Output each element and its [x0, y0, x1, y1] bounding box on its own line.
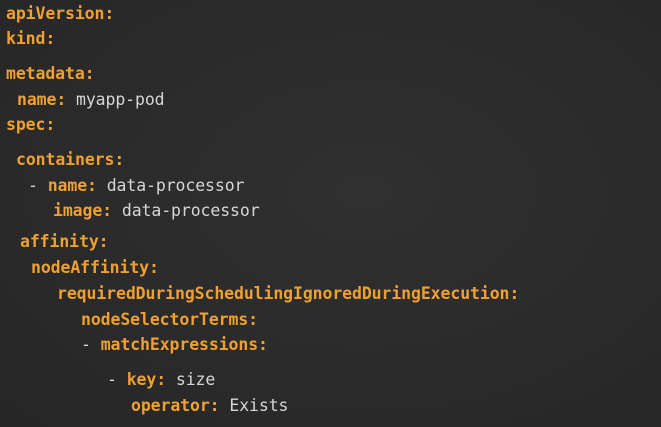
yaml-line-spec: spec: [6, 114, 55, 136]
yaml-key-operator: operator: [131, 396, 220, 415]
yaml-key-key: key: [126, 370, 167, 389]
yaml-key-container-name: name: [47, 176, 97, 195]
yaml-key-image: image: [53, 201, 113, 220]
yaml-key-kind: kind: [6, 29, 56, 48]
yaml-key-spec: spec: [6, 115, 56, 134]
yaml-key-apiversion: apiVersion: [6, 4, 115, 23]
yaml-line-matchexpressions: - matchExpressions: [81, 334, 268, 356]
yaml-key-nodeselectorterms: nodeSelectorTerms: [81, 310, 259, 329]
yaml-line-affinity: affinity: [20, 231, 109, 253]
yaml-key-required-during-scheduling: requiredDuringSchedulingIgnoredDuringExe… [57, 284, 520, 303]
yaml-line-containers: containers: [16, 149, 124, 171]
yaml-key-nodeaffinity: nodeAffinity: [31, 258, 159, 277]
yaml-key-affinity: affinity: [20, 232, 109, 251]
yaml-line-required-during-scheduling: requiredDuringSchedulingIgnoredDuringExe… [57, 283, 519, 305]
yaml-value-operator: Exists [229, 396, 289, 415]
yaml-line-nodeaffinity: nodeAffinity: [31, 257, 159, 279]
yaml-line-kind: kind: [6, 28, 55, 50]
yaml-value-container-name: data-processor [106, 176, 245, 195]
yaml-line-nodeselectorterms: nodeSelectorTerms: [81, 309, 258, 331]
yaml-line-metadata: metadata: [6, 63, 95, 85]
yaml-value-key: size [175, 370, 216, 389]
yaml-value-image: data-processor [121, 201, 260, 220]
yaml-line-key: - key: size [107, 369, 215, 391]
yaml-line-container-name: - name: data-processor [28, 175, 244, 197]
yaml-list-dash: - [107, 370, 117, 389]
yaml-list-dash: - [28, 176, 38, 195]
yaml-line-name: name: myapp-pod [17, 89, 165, 111]
yaml-key-metadata: metadata: [6, 64, 95, 83]
yaml-list-dash: - [81, 335, 91, 354]
yaml-key-containers: containers: [16, 150, 125, 169]
yaml-line-apiversion: apiVersion: [6, 3, 114, 25]
yaml-line-operator: operator: Exists [131, 395, 288, 417]
yaml-value-name: myapp-pod [76, 90, 165, 109]
yaml-key-matchexpressions: matchExpressions: [100, 335, 268, 354]
yaml-key-name: name: [17, 90, 67, 109]
yaml-line-image: image: data-processor [53, 200, 260, 222]
yaml-code-block: apiVersion: kind: metadata: name: myapp-… [0, 0, 661, 427]
